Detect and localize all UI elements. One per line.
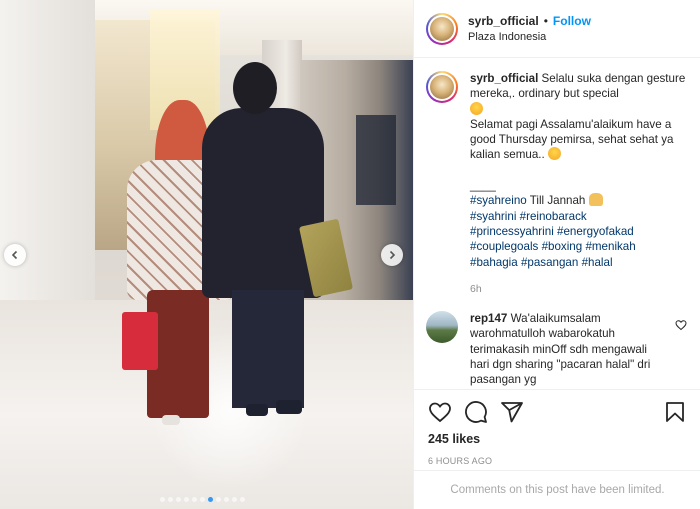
caption-timestamp[interactable]: 6h — [470, 282, 689, 297]
man-head — [233, 62, 277, 114]
carousel-dot — [168, 497, 173, 502]
like-count[interactable]: 245 likes — [428, 432, 687, 446]
post-sidebar: syrb_official • Follow Plaza Indonesia s… — [413, 0, 700, 509]
hashtag-link[interactable]: #halal — [582, 256, 613, 269]
header-separator: • — [543, 14, 548, 28]
hashtag-link[interactable]: #syahrini — [470, 210, 516, 223]
hashtag-link[interactable]: #syahreino — [470, 194, 527, 207]
carousel-dot — [160, 497, 165, 502]
carousel-dot — [208, 497, 213, 502]
photo-dark-doorway — [356, 115, 396, 205]
share-button[interactable] — [500, 400, 524, 424]
post-photo[interactable] — [0, 0, 413, 509]
post-timestamp[interactable]: 6 HOURS AGO — [428, 456, 687, 466]
heart-icon — [429, 402, 451, 423]
carousel-dot — [216, 497, 221, 502]
hashtag-link[interactable]: #bahagia — [470, 256, 518, 269]
caption: syrb_official Selalu suka dengan gesture… — [414, 59, 700, 297]
post-header: syrb_official • Follow Plaza Indonesia — [414, 0, 700, 58]
heart-eyes-emoji-icon — [470, 101, 483, 115]
man-shoe-left — [246, 404, 268, 416]
caption-till-jannah: Till Jannah — [526, 194, 589, 208]
location-link[interactable]: Plaza Indonesia — [468, 31, 591, 43]
post-actions: 245 likes 6 HOURS AGO — [414, 389, 700, 466]
hashtag-link[interactable]: #menikah — [585, 240, 635, 253]
hashtag-link[interactable]: #pasangan — [521, 256, 578, 269]
comments-list[interactable]: syrb_official Selalu suka dengan gesture… — [414, 59, 700, 389]
carousel-dot — [232, 497, 237, 502]
profile-avatar[interactable] — [426, 12, 458, 45]
raised-hands-emoji-icon — [588, 193, 603, 207]
carousel-dot — [224, 497, 229, 502]
comment-heart-icon[interactable] — [675, 319, 687, 331]
like-button[interactable] — [428, 400, 452, 424]
red-shopping-bag — [122, 312, 158, 370]
comment-item: rep147 Wa'alaikumsalam warohmatulloh wab… — [414, 297, 700, 387]
hashtag-link[interactable]: #boxing — [542, 240, 583, 253]
chevron-right-icon — [389, 250, 396, 260]
caption-text: syrb_official Selalu suka dengan gesture… — [470, 71, 689, 297]
comment-button[interactable] — [464, 400, 488, 424]
header-username[interactable]: syrb_official — [468, 14, 539, 28]
carousel-dots — [160, 497, 245, 502]
woman-shoe — [162, 415, 180, 425]
man-shoe-right — [276, 400, 302, 414]
carousel-prev-button[interactable] — [4, 244, 26, 266]
carousel-dot — [176, 497, 181, 502]
wink-emoji-icon — [548, 147, 561, 161]
caption-line-2: Selamat pagi Assalamu'alaikum have a goo… — [470, 117, 674, 162]
comments-limited-notice: Comments on this post have been limited. — [414, 470, 700, 509]
hashtag-link[interactable]: #reinobarack — [520, 210, 587, 223]
comment-text: rep147 Wa'alaikumsalam warohmatulloh wab… — [470, 311, 665, 387]
carousel-dot — [184, 497, 189, 502]
hashtag-link[interactable]: #couplegoals — [470, 240, 538, 253]
hashtag-link[interactable]: #princessyahrini — [470, 225, 554, 238]
caption-username[interactable]: syrb_official — [470, 72, 538, 85]
save-button[interactable] — [663, 400, 687, 424]
chevron-left-icon — [11, 250, 18, 260]
comment-icon — [465, 401, 487, 423]
follow-button[interactable]: Follow — [553, 14, 591, 28]
man-coat — [202, 108, 324, 298]
hashtag-link[interactable]: #energyofakad — [557, 225, 634, 238]
instagram-post: syrb_official • Follow Plaza Indonesia s… — [0, 0, 700, 509]
carousel-dot — [192, 497, 197, 502]
caption-avatar[interactable] — [426, 71, 458, 103]
carousel-dot — [240, 497, 245, 502]
carousel-next-button[interactable] — [381, 244, 403, 266]
man-pants — [232, 290, 304, 408]
caption-divider: ____ — [470, 179, 496, 193]
carousel-dot — [200, 497, 205, 502]
commenter-avatar[interactable] — [426, 311, 458, 344]
share-icon — [501, 402, 523, 423]
commenter-username[interactable]: rep147 — [470, 312, 507, 325]
bookmark-icon — [666, 402, 684, 422]
